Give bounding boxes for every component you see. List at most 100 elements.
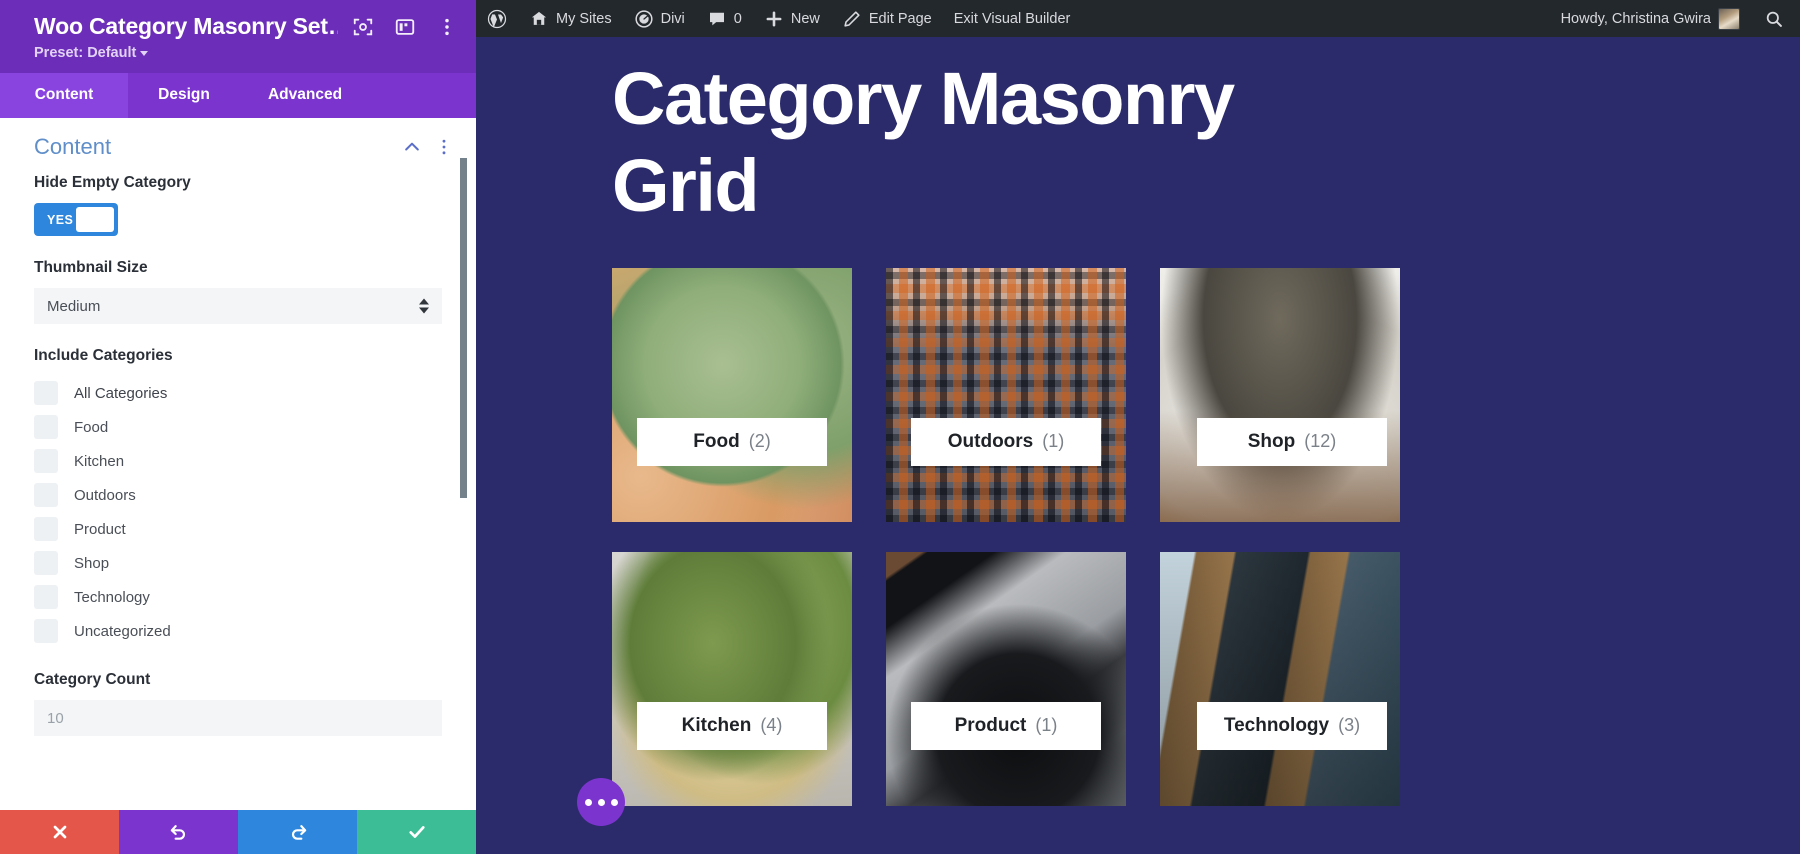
panel-layout-icon[interactable] <box>394 16 416 38</box>
field-thumbnail-size: Thumbnail Size Medium <box>0 259 476 324</box>
checkbox-icon[interactable] <box>34 415 58 439</box>
check-icon <box>408 826 425 838</box>
checkbox-label: Product <box>74 520 126 538</box>
more-dots-icon <box>610 798 618 806</box>
more-dots-icon <box>584 798 592 806</box>
checkbox-icon[interactable] <box>34 449 58 473</box>
module-settings-panel: Woo Category Masonry Set… Preset: Defaul… <box>0 0 476 854</box>
adminbar-item-exit-visual-builder[interactable]: Exit Visual Builder <box>943 0 1082 37</box>
category-card-label[interactable]: Product (1) <box>911 701 1101 750</box>
thumbnail-size-select[interactable]: Medium <box>34 288 442 324</box>
settings-header-icon-group <box>338 16 458 38</box>
app-screen: Woo Category Masonry Set… Preset: Defaul… <box>0 0 1800 854</box>
adminbar-label: New <box>790 10 820 27</box>
preset-label: Preset: Default <box>34 45 137 61</box>
toggle-knob <box>76 207 114 232</box>
adminbar-item-comments[interactable]: 0 <box>696 0 753 37</box>
more-options-icon[interactable] <box>436 16 458 38</box>
field-include-categories: Include Categories All Categories Food K… <box>0 347 476 648</box>
category-thumbnail-image <box>1160 267 1400 522</box>
category-card-label[interactable]: Kitchen (4) <box>637 701 827 750</box>
checkbox-icon[interactable] <box>34 619 58 643</box>
field-category-count: Category Count 10 <box>0 671 476 736</box>
settings-panel-header: Woo Category Masonry Set… Preset: Defaul… <box>0 0 476 73</box>
adminbar-item-divi[interactable]: Divi <box>623 0 696 37</box>
category-count: (1) <box>1035 715 1058 736</box>
checkbox-row-food[interactable]: Food <box>34 410 442 444</box>
checkbox-row-shop[interactable]: Shop <box>34 546 442 580</box>
cancel-button[interactable] <box>0 810 119 854</box>
checkbox-row-all-categories[interactable]: All Categories <box>34 376 442 410</box>
undo-button[interactable] <box>119 810 238 854</box>
checkbox-row-outdoors[interactable]: Outdoors <box>34 478 442 512</box>
adminbar-item-my-sites[interactable]: My Sites <box>518 0 623 37</box>
checkbox-row-product[interactable]: Product <box>34 512 442 546</box>
category-card-shop[interactable]: Shop (12) <box>1160 267 1400 522</box>
category-name: Technology <box>1223 714 1330 736</box>
wordpress-logo-icon <box>487 9 507 28</box>
checkbox-icon[interactable] <box>34 551 58 575</box>
checkbox-label: Technology <box>74 588 150 606</box>
arrow-up-icon <box>419 298 429 305</box>
checkbox-icon[interactable] <box>34 517 58 541</box>
adminbar-label: Edit Page <box>868 10 932 27</box>
focus-target-icon[interactable] <box>352 16 374 38</box>
adminbar-item-new[interactable]: New <box>753 0 831 37</box>
section-more-options-icon[interactable] <box>434 137 454 157</box>
adminbar-label: Exit Visual Builder <box>953 10 1071 27</box>
comment-icon <box>709 12 724 25</box>
include-categories-list: All Categories Food Kitchen Outdoors Pro… <box>34 376 442 648</box>
category-card-product[interactable]: Product (1) <box>886 551 1126 806</box>
arrow-down-icon <box>419 307 429 314</box>
category-card-food[interactable]: Food (2) <box>612 267 852 522</box>
adminbar-label: My Sites <box>556 10 612 27</box>
chevron-up-icon[interactable] <box>402 137 422 157</box>
content-section-header: Content <box>0 118 476 174</box>
category-count-input[interactable]: 10 <box>34 700 442 736</box>
category-card-label[interactable]: Outdoors (1) <box>911 417 1101 466</box>
category-count: (1) <box>1042 431 1065 452</box>
wordpress-admin-bar: My Sites Divi 0 New Edit Page Exit Visua… <box>476 0 1800 37</box>
category-card-outdoors[interactable]: Outdoors (1) <box>886 267 1126 522</box>
redo-button[interactable] <box>238 810 357 854</box>
adminbar-item-search[interactable] <box>1751 0 1800 37</box>
divi-floating-menu-button[interactable] <box>577 778 625 826</box>
preset-selector[interactable]: Preset: Default <box>34 45 149 61</box>
checkbox-row-technology[interactable]: Technology <box>34 580 442 614</box>
hide-empty-category-label: Hide Empty Category <box>34 174 191 191</box>
hide-empty-category-toggle[interactable]: YES <box>34 203 118 236</box>
search-icon <box>1766 11 1782 27</box>
category-count: (12) <box>1304 431 1337 452</box>
checkbox-icon[interactable] <box>34 585 58 609</box>
checkbox-row-kitchen[interactable]: Kitchen <box>34 444 442 478</box>
category-card-kitchen[interactable]: Kitchen (4) <box>612 551 852 806</box>
divi-icon <box>635 9 653 28</box>
category-card-label[interactable]: Shop (12) <box>1197 417 1387 466</box>
checkbox-row-uncategorized[interactable]: Uncategorized <box>34 614 442 648</box>
settings-panel-scrollbar[interactable] <box>460 158 467 498</box>
settings-panel-title: Woo Category Masonry Set… <box>34 13 338 39</box>
save-button[interactable] <box>357 810 476 854</box>
tab-design[interactable]: Design <box>128 73 240 118</box>
checkbox-icon[interactable] <box>34 381 58 405</box>
adminbar-item-account[interactable]: Howdy, Christina Gwira <box>1550 0 1751 37</box>
tab-advanced[interactable]: Advanced <box>240 73 370 118</box>
thumbnail-size-label: Thumbnail Size <box>34 259 148 276</box>
settings-scroll-area: Content Hide Empty Category YES Thumbnai… <box>0 118 476 810</box>
category-card-label[interactable]: Technology (3) <box>1197 701 1387 750</box>
visual-builder-canvas: Category Masonry Grid Food (2) Outdoors … <box>476 37 1800 854</box>
category-thumbnail-image <box>886 551 1126 806</box>
adminbar-item-edit-page[interactable]: Edit Page <box>831 0 943 37</box>
category-thumbnail-image <box>612 551 852 806</box>
checkbox-label: Uncategorized <box>74 622 171 640</box>
checkbox-icon[interactable] <box>34 483 58 507</box>
category-card-label[interactable]: Food (2) <box>637 417 827 466</box>
tab-content[interactable]: Content <box>0 73 128 118</box>
category-thumbnail-image <box>612 267 852 522</box>
settings-panel-body: Content Hide Empty Category YES Thumbnai… <box>0 118 476 810</box>
include-categories-label: Include Categories <box>34 347 173 364</box>
settings-action-bar <box>0 810 476 854</box>
category-card-technology[interactable]: Technology (3) <box>1160 551 1400 806</box>
category-name: Shop <box>1247 430 1296 452</box>
adminbar-item-wordpress[interactable] <box>476 0 518 37</box>
